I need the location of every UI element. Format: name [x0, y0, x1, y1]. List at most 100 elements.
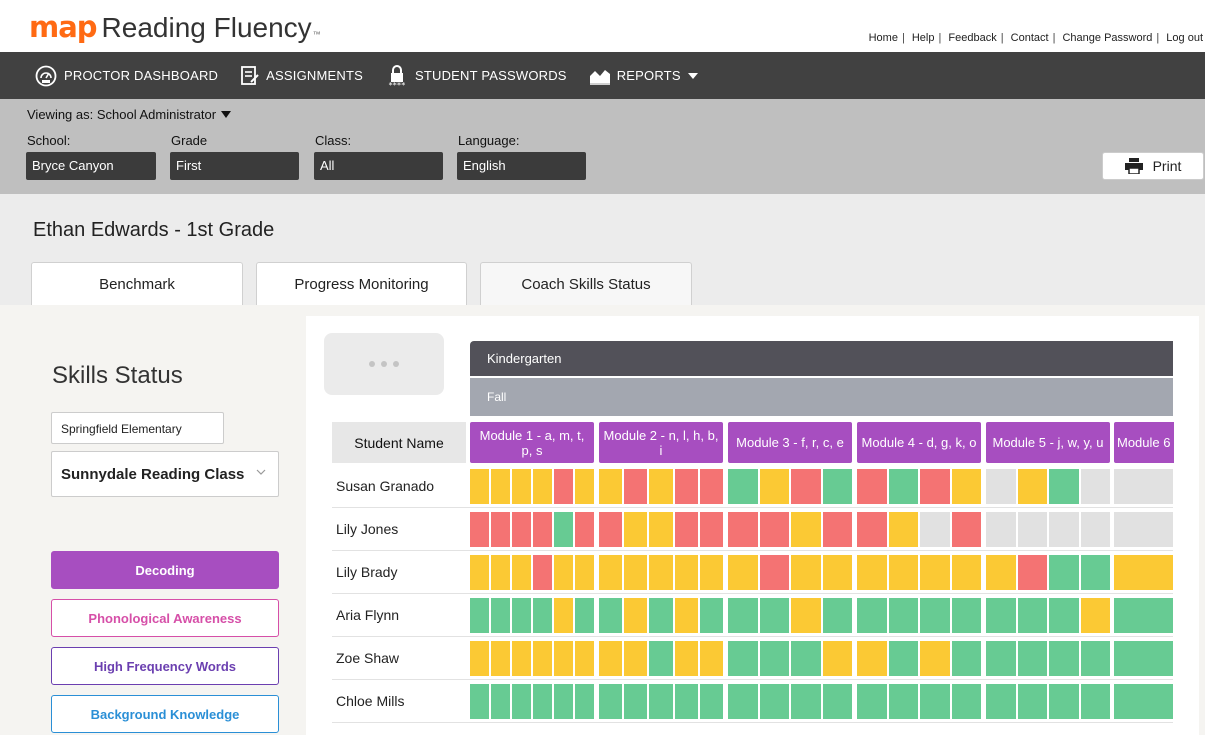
skill-status-cell[interactable] [554, 598, 573, 633]
skill-status-cell[interactable] [512, 469, 531, 504]
skill-status-cell[interactable] [857, 469, 887, 504]
skill-status-cell[interactable] [649, 512, 673, 547]
print-button[interactable]: Print [1102, 152, 1204, 180]
skill-status-cell[interactable] [951, 641, 981, 676]
student-name[interactable]: Aria Flynn [336, 607, 399, 623]
skill-status-cell[interactable] [599, 555, 623, 590]
skill-status-cell[interactable] [728, 641, 758, 676]
skill-status-cell[interactable] [512, 641, 531, 676]
module-header-3[interactable]: Module 3 - f, r, c, e [728, 422, 852, 463]
tab-coach-skills-status[interactable]: Coach Skills Status [480, 262, 692, 305]
skill-status-cell[interactable] [554, 641, 573, 676]
skill-status-cell[interactable] [920, 469, 950, 504]
student-name[interactable]: Zoe Shaw [336, 650, 399, 666]
skill-status-cell[interactable] [759, 512, 789, 547]
skill-high-frequency-words-button[interactable]: High Frequency Words [51, 647, 279, 685]
skill-status-cell[interactable] [728, 598, 758, 633]
skill-status-cell[interactable] [674, 512, 698, 547]
skill-status-cell[interactable] [1049, 641, 1079, 676]
module-header-5[interactable]: Module 5 - j, w, y, u [986, 422, 1110, 463]
skill-status-cell[interactable] [1017, 555, 1047, 590]
skill-status-cell[interactable] [554, 555, 573, 590]
skill-status-cell[interactable] [470, 469, 489, 504]
skill-status-cell[interactable] [533, 684, 552, 719]
skill-status-cell[interactable] [624, 512, 648, 547]
skill-status-cell[interactable] [822, 598, 852, 633]
skill-status-cell[interactable] [857, 598, 887, 633]
skill-status-cell[interactable] [986, 641, 1016, 676]
change-password-link[interactable]: Change Password [1062, 32, 1152, 44]
skill-status-cell[interactable] [624, 555, 648, 590]
skill-status-cell[interactable] [1017, 641, 1047, 676]
skill-status-cell[interactable] [791, 598, 821, 633]
skill-background-knowledge-button[interactable]: Background Knowledge [51, 695, 279, 733]
skill-status-cell[interactable] [759, 598, 789, 633]
skill-status-cell[interactable] [822, 555, 852, 590]
skill-status-cell[interactable] [888, 512, 918, 547]
skill-status-cell[interactable] [951, 469, 981, 504]
skill-status-cell[interactable] [728, 469, 758, 504]
skill-status-cell[interactable] [920, 598, 950, 633]
skill-status-cell[interactable] [1049, 512, 1079, 547]
skill-status-cell[interactable] [674, 598, 698, 633]
skill-status-cell[interactable] [1114, 555, 1173, 590]
skill-status-cell[interactable] [1017, 598, 1047, 633]
skill-status-cell[interactable] [575, 469, 594, 504]
skill-status-cell[interactable] [920, 512, 950, 547]
skill-status-cell[interactable] [470, 598, 489, 633]
skill-status-cell[interactable] [728, 512, 758, 547]
skill-status-cell[interactable] [674, 555, 698, 590]
skill-status-cell[interactable] [888, 641, 918, 676]
skill-status-cell[interactable] [575, 641, 594, 676]
student-name[interactable]: Lily Brady [336, 564, 397, 580]
skill-status-cell[interactable] [491, 512, 510, 547]
skill-status-cell[interactable] [951, 555, 981, 590]
skill-status-cell[interactable] [554, 469, 573, 504]
skill-status-cell[interactable] [1049, 469, 1079, 504]
skill-status-cell[interactable] [1080, 512, 1110, 547]
skill-status-cell[interactable] [759, 469, 789, 504]
school-select[interactable]: Bryce Canyon [26, 152, 156, 180]
language-select[interactable]: English [457, 152, 586, 180]
skill-status-cell[interactable] [1049, 555, 1079, 590]
skill-status-cell[interactable] [1080, 684, 1110, 719]
student-name[interactable]: Lily Jones [336, 521, 398, 537]
skill-status-cell[interactable] [554, 512, 573, 547]
skill-status-cell[interactable] [1017, 684, 1047, 719]
skill-status-cell[interactable] [1114, 598, 1173, 633]
class-select[interactable]: All [314, 152, 443, 180]
skill-status-cell[interactable] [951, 684, 981, 719]
skill-status-cell[interactable] [920, 684, 950, 719]
skill-status-cell[interactable] [491, 684, 510, 719]
skill-status-cell[interactable] [575, 684, 594, 719]
skill-status-cell[interactable] [986, 555, 1016, 590]
skill-status-cell[interactable] [470, 512, 489, 547]
skill-status-cell[interactable] [1080, 641, 1110, 676]
skill-status-cell[interactable] [857, 555, 887, 590]
skill-status-cell[interactable] [1080, 469, 1110, 504]
skill-status-cell[interactable] [1017, 469, 1047, 504]
contact-link[interactable]: Contact [1011, 32, 1049, 44]
skill-status-cell[interactable] [491, 598, 510, 633]
skill-status-cell[interactable] [649, 469, 673, 504]
skill-status-cell[interactable] [491, 469, 510, 504]
grade-select[interactable]: First [170, 152, 299, 180]
skill-status-cell[interactable] [599, 512, 623, 547]
skill-status-cell[interactable] [575, 512, 594, 547]
skill-status-cell[interactable] [728, 555, 758, 590]
skill-status-cell[interactable] [699, 598, 723, 633]
logout-link[interactable]: Log out [1166, 32, 1203, 44]
skill-status-cell[interactable] [599, 641, 623, 676]
skill-status-cell[interactable] [699, 469, 723, 504]
skill-status-cell[interactable] [951, 598, 981, 633]
skill-status-cell[interactable] [822, 641, 852, 676]
skill-status-cell[interactable] [888, 469, 918, 504]
skill-status-cell[interactable] [699, 512, 723, 547]
skill-status-cell[interactable] [1114, 684, 1173, 719]
skill-status-cell[interactable] [533, 512, 552, 547]
skill-status-cell[interactable] [791, 684, 821, 719]
student-name[interactable]: Chloe Mills [336, 693, 404, 709]
skill-status-cell[interactable] [470, 641, 489, 676]
skill-status-cell[interactable] [1114, 512, 1173, 547]
skill-status-cell[interactable] [920, 555, 950, 590]
